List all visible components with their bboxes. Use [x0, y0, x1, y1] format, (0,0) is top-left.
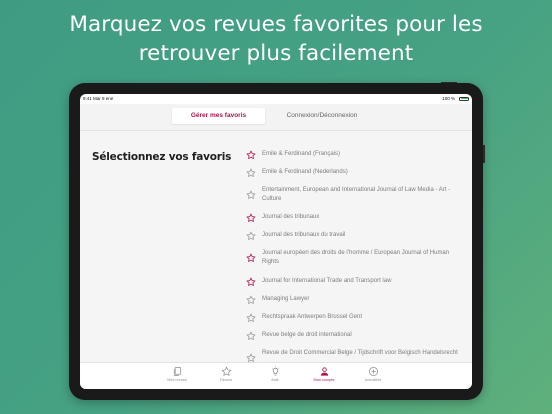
- user-icon: [320, 367, 328, 376]
- tablet-device: 9:41 Mar 9 ene 100 % Gérer mes favoris C…: [69, 81, 485, 400]
- star-icon[interactable]: [246, 313, 256, 323]
- journal-item[interactable]: Journal des tribunaux du travail: [246, 229, 466, 243]
- tab-label: Aide: [271, 378, 279, 382]
- star-icon[interactable]: [246, 213, 256, 223]
- status-bar: 9:41 Mar 9 ene 100 %: [80, 94, 472, 104]
- app-screen: 9:41 Mar 9 ene 100 % Gérer mes favoris C…: [80, 94, 472, 389]
- journal-item[interactable]: Emile & Ferdinand (Nederlands): [246, 166, 466, 180]
- tab-mes-revues[interactable]: Mes revues: [157, 366, 197, 382]
- favorites-panel: Sélectionnez vos favoris Emile & Ferdina…: [80, 131, 472, 362]
- journal-label: Emile & Ferdinand (Français): [262, 151, 341, 157]
- tab-bar: Mes revues Favoris Aide Mon compte Actua…: [80, 362, 472, 389]
- plus-circle-icon: [368, 367, 378, 376]
- journal-item[interactable]: Journal for International Trade and Tran…: [246, 275, 466, 289]
- promo-headline: Marquez vos revues favorites pour les re…: [0, 10, 552, 68]
- star-icon[interactable]: [246, 168, 256, 178]
- journal-label: Journal européen des droits de l’homme /…: [262, 250, 450, 265]
- tab-aide[interactable]: Aide: [255, 366, 295, 382]
- journal-item[interactable]: Rechtspraak Antwerpen Brussel Gent: [246, 311, 466, 325]
- segment-login-logout[interactable]: Connexion/Déconnexion: [277, 108, 367, 124]
- tab-mon-compte[interactable]: Mon compte: [304, 366, 344, 382]
- tab-label: Actualités: [364, 378, 382, 382]
- journal-label: Rechtspraak Antwerpen Brussel Gent: [262, 314, 363, 320]
- journal-label: Revue de Droit Commercial Belge / Tijdsc…: [262, 350, 458, 356]
- device-side-button: [483, 145, 485, 163]
- tab-favoris[interactable]: Favoris: [206, 366, 246, 382]
- journal-label: Entertainment, European and Internationa…: [262, 187, 451, 202]
- star-icon[interactable]: [246, 231, 256, 241]
- battery-icon: [459, 96, 469, 101]
- star-icon[interactable]: [246, 150, 256, 160]
- journal-item[interactable]: Emile & Ferdinand (Français): [246, 148, 466, 162]
- tab-label: Favoris: [219, 378, 233, 382]
- documents-icon: [173, 367, 181, 376]
- journal-item[interactable]: Journal des tribunaux: [246, 211, 466, 225]
- star-icon: [221, 366, 231, 376]
- journal-label: Emile & Ferdinand (Nederlands): [262, 169, 348, 175]
- journal-label: Journal des tribunaux: [262, 214, 320, 220]
- star-icon[interactable]: [246, 295, 256, 305]
- journal-label: Managing Lawyer: [262, 296, 310, 302]
- journal-label: Revue belge de droit international: [262, 332, 352, 338]
- lightbulb-icon: [271, 366, 279, 376]
- journal-item[interactable]: Entertainment, European and Internationa…: [246, 184, 466, 206]
- segmented-control: Gérer mes favoris Connexion/Déconnexion: [80, 104, 472, 131]
- journal-label: Journal des tribunaux du travail: [262, 232, 346, 238]
- section-title: Sélectionnez vos favoris: [92, 151, 232, 163]
- promo-headline-line-2: retrouver plus facilement: [138, 41, 414, 66]
- star-icon[interactable]: [246, 277, 256, 287]
- star-icon[interactable]: [246, 253, 256, 263]
- star-icon[interactable]: [246, 190, 256, 200]
- star-icon[interactable]: [246, 331, 256, 341]
- tab-actualites[interactable]: Actualités: [353, 366, 393, 382]
- status-time: 9:41 Mar 9 ene: [83, 96, 114, 101]
- tab-label: Mes revues: [167, 378, 187, 382]
- journal-item[interactable]: Journal européen des droits de l’homme /…: [246, 247, 466, 269]
- promo-headline-line-1: Marquez vos revues favorites pour les: [69, 12, 483, 37]
- main-content: Gérer mes favoris Connexion/Déconnexion …: [80, 104, 472, 362]
- journal-label: Journal for International Trade and Tran…: [262, 278, 392, 284]
- segment-manage-favorites[interactable]: Gérer mes favoris: [172, 108, 265, 124]
- journal-item[interactable]: Managing Lawyer: [246, 293, 466, 307]
- journal-item[interactable]: Revue belge de droit international: [246, 329, 466, 343]
- battery-percentage: 100 %: [442, 96, 455, 101]
- device-top-button: [441, 81, 457, 83]
- tab-label: Mon compte: [313, 378, 335, 382]
